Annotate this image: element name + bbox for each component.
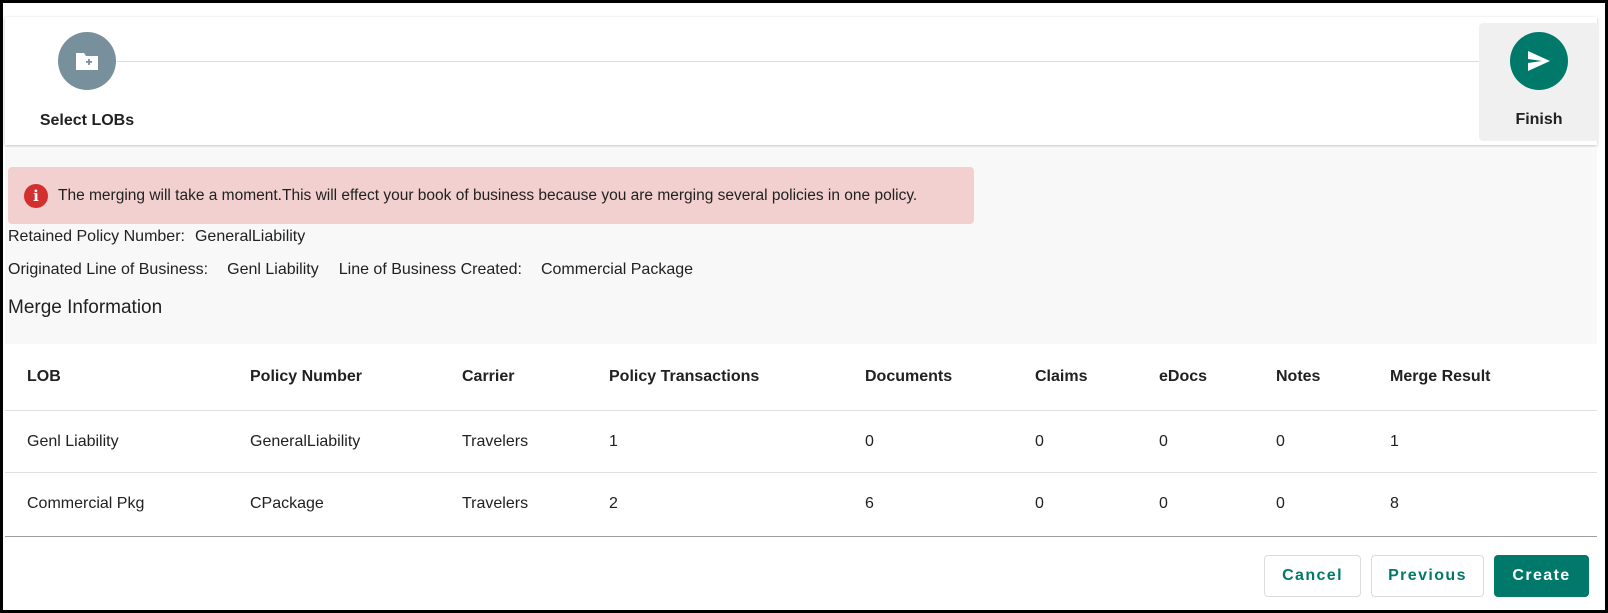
column-header-merge-result: Merge Result [1390,344,1597,411]
column-header-lob: LOB [5,344,250,411]
cell-policy-transactions: 2 [609,494,618,512]
warning-alert: i The merging will take a moment.This wi… [8,167,974,224]
cell-policy-number: CPackage [250,494,324,512]
stepper-connector [117,61,1487,62]
originated-lob-label: Originated Line of Business: [8,261,209,278]
cell-claims: 0 [1035,494,1044,512]
step-select-lobs[interactable]: Select LOBs [27,17,147,145]
merge-table-container: LOB Policy Number Carrier Policy Transac… [5,344,1597,537]
cell-lob: Commercial Pkg [27,494,145,512]
column-header-notes: Notes [1276,344,1390,411]
cell-notes: 0 [1276,410,1390,473]
created-lob-value: Commercial Package [540,261,694,278]
table-row: Commercial Pkg CPackage Travelers 2 6 0 … [5,473,1597,535]
originated-lob-value: Genl Liability [227,261,319,278]
cell-merge-result: 8 [1390,494,1399,512]
step-circle [58,32,116,90]
cell-notes: 0 [1276,494,1285,512]
merge-wizard: Select LOBs Finish i The merging will ta… [0,0,1608,613]
column-header-claims: Claims [1035,344,1159,411]
alert-message: The merging will take a moment.This will… [58,186,918,204]
cancel-button[interactable]: Cancel [1264,555,1361,597]
cell-lob: Genl Liability [5,410,250,473]
cell-documents: 0 [865,410,1035,473]
column-header-policy-number: Policy Number [250,344,462,411]
column-header-carrier: Carrier [462,344,609,411]
folder-plus-icon [76,53,98,70]
merge-information-title: Merge Information [8,297,163,318]
step-finish[interactable]: Finish [1479,23,1599,141]
retained-policy-line: Retained Policy Number: GeneralLiability [8,228,305,246]
info-icon: i [24,183,48,208]
retained-policy-label: Retained Policy Number: [8,228,185,245]
cell-policy-transactions: 1 [609,410,865,473]
previous-button[interactable]: Previous [1371,555,1484,597]
retained-policy-value: GeneralLiability [194,228,306,245]
step-circle [1510,32,1568,90]
cell-carrier: Travelers [462,494,529,512]
wizard-actions: Cancel Previous Create [1264,555,1589,597]
column-header-policy-transactions: Policy Transactions [609,344,865,411]
merge-table: LOB Policy Number Carrier Policy Transac… [5,344,1597,534]
table-header-row: LOB Policy Number Carrier Policy Transac… [5,344,1597,411]
cell-claims: 0 [1035,410,1159,473]
line-of-business-line: Originated Line of Business: Genl Liabili… [8,261,693,279]
cell-policy-number: GeneralLiability [250,410,462,473]
create-button[interactable]: Create [1494,555,1589,597]
cell-edocs: 0 [1159,410,1276,473]
table-row: Genl Liability GeneralLiability Traveler… [5,410,1597,473]
cell-edocs: 0 [1159,494,1168,512]
created-lob-label: Line of Business Created: [338,261,522,278]
column-header-documents: Documents [865,344,1035,411]
stepper: Select LOBs Finish [5,17,1599,145]
send-icon [1528,51,1550,71]
cell-carrier: Travelers [462,410,609,473]
cell-merge-result: 1 [1390,410,1597,473]
column-header-edocs: eDocs [1159,344,1276,411]
step-label: Finish [1515,111,1563,128]
step-label: Select LOBs [39,112,135,129]
cell-documents: 6 [865,494,874,512]
